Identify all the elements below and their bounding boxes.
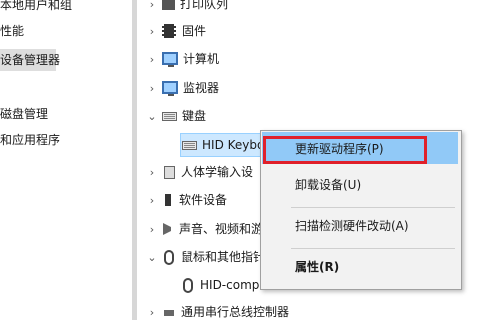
tree-row-computer[interactable]: › 计算机 bbox=[145, 48, 219, 70]
keyboard-icon bbox=[162, 112, 177, 121]
software-device-icon bbox=[165, 194, 171, 206]
chevron-right-icon[interactable]: › bbox=[145, 166, 159, 179]
console-item-disk-management[interactable]: 磁盘管理 bbox=[0, 103, 48, 125]
tree-row-label: 鼠标和其他指针 bbox=[181, 250, 266, 264]
tree-row-software-devices[interactable]: › 软件设备 bbox=[145, 189, 227, 211]
tree-row-firmware[interactable]: › 固件 bbox=[145, 20, 206, 42]
tree-row-mice[interactable]: ⌄ 鼠标和其他指针 bbox=[145, 246, 265, 268]
menu-item-uninstall-device[interactable]: 卸载设备(U) bbox=[295, 174, 361, 196]
console-item-local-users[interactable]: 本地用户和组 bbox=[0, 0, 72, 16]
firmware-icon bbox=[162, 24, 176, 38]
tree-row-print-queues[interactable]: › 打印队列 bbox=[145, 0, 228, 15]
chevron-down-icon[interactable]: ⌄ bbox=[145, 251, 159, 264]
console-item-services-apps[interactable]: 和应用程序 bbox=[0, 129, 60, 151]
menu-item-properties[interactable]: 属性(R) bbox=[295, 256, 339, 278]
chevron-right-icon[interactable]: › bbox=[145, 53, 159, 66]
chevron-right-icon[interactable]: › bbox=[145, 194, 159, 207]
tree-row-label: 监视器 bbox=[183, 81, 220, 95]
tree-row-label: HID Keybo bbox=[202, 138, 265, 152]
mouse-device-icon bbox=[183, 277, 193, 293]
chevron-down-icon[interactable]: ⌄ bbox=[145, 110, 159, 123]
sound-icon bbox=[163, 223, 171, 235]
chevron-right-icon[interactable]: › bbox=[145, 25, 159, 38]
tree-row-label: 打印队列 bbox=[180, 0, 229, 11]
menu-separator bbox=[291, 207, 455, 208]
chevron-right-icon[interactable]: › bbox=[145, 82, 159, 95]
tree-row-label: 计算机 bbox=[183, 52, 220, 66]
tree-row-sound-video[interactable]: › 声音、视频和游 bbox=[145, 218, 263, 240]
console-item-device-manager[interactable]: 设备管理器 bbox=[0, 49, 60, 71]
chevron-right-icon[interactable]: › bbox=[145, 223, 159, 236]
menu-item-scan-hardware[interactable]: 扫描检测硬件改动(A) bbox=[295, 215, 409, 237]
annotation-highlight-box bbox=[263, 136, 427, 164]
tree-row-label: 键盘 bbox=[182, 109, 207, 123]
tree-row-label: 软件设备 bbox=[179, 193, 228, 207]
hid-icon bbox=[164, 165, 175, 179]
tree-row-keyboards[interactable]: ⌄ 键盘 bbox=[145, 105, 206, 127]
keyboard-device-icon bbox=[182, 141, 197, 150]
tree-row-label: 声音、视频和游 bbox=[179, 222, 264, 236]
tree-row-label: 人体学输入设 bbox=[181, 165, 254, 179]
printer-icon bbox=[162, 0, 175, 10]
console-tree: 本地用户和组 性能 设备管理器 磁盘管理 和应用程序 bbox=[0, 0, 132, 320]
monitor-icon bbox=[162, 81, 178, 96]
mouse-icon bbox=[164, 249, 174, 265]
computer-icon bbox=[162, 52, 178, 67]
tree-row-hid[interactable]: › 人体学输入设 bbox=[145, 161, 253, 183]
usb-icon bbox=[164, 309, 174, 316]
chevron-right-icon[interactable]: › bbox=[145, 0, 159, 11]
menu-separator bbox=[291, 248, 455, 249]
chevron-right-icon[interactable]: › bbox=[145, 306, 159, 319]
tree-row-monitors[interactable]: › 监视器 bbox=[145, 77, 219, 99]
tree-row-label: 固件 bbox=[182, 24, 207, 38]
console-item-performance[interactable]: 性能 bbox=[0, 20, 24, 42]
